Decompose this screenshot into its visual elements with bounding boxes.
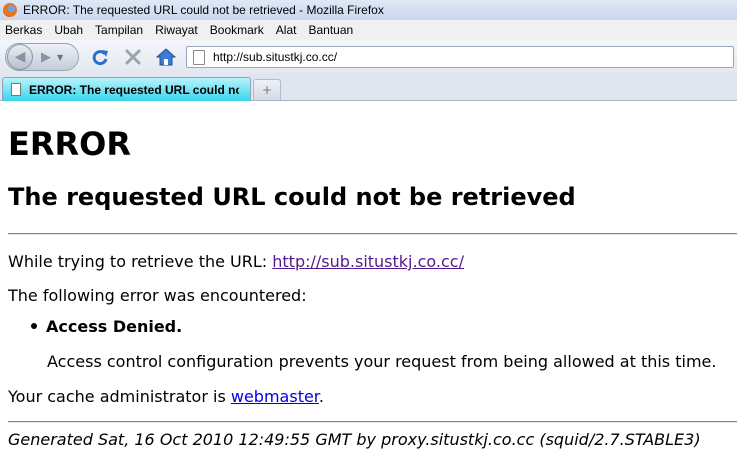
back-arrow-icon: ◀ (14, 49, 26, 65)
tab-strip: ERROR: The requested URL could not... + (0, 74, 737, 101)
firefox-icon (3, 3, 17, 17)
menu-bookmark[interactable]: Bookmark (210, 23, 264, 37)
error-heading: ERROR (8, 125, 131, 163)
plus-icon: + (261, 83, 273, 97)
divider-bottom (8, 421, 737, 423)
tab-label: ERROR: The requested URL could not... (29, 82, 239, 97)
back-button[interactable]: ◀ (7, 44, 33, 70)
webmaster-link[interactable]: webmaster (231, 387, 319, 406)
menu-alat[interactable]: Alat (276, 23, 297, 37)
menu-bar: Berkas Ubah Tampilan Riwayat Bookmark Al… (0, 20, 737, 40)
navigation-toolbar: ◀ ▶ ▼ http://sub.situstkj.co.cc/ (0, 40, 737, 74)
menu-ubah[interactable]: Ubah (54, 23, 83, 37)
error-detail: Access control configuration prevents yo… (47, 352, 717, 371)
history-dropdown-icon[interactable]: ▼ (57, 53, 63, 62)
page-content: ERROR The requested URL could not be ret… (0, 102, 737, 455)
menu-tampilan[interactable]: Tampilan (95, 23, 143, 37)
address-bar[interactable]: http://sub.situstkj.co.cc/ (186, 46, 734, 68)
reload-icon (92, 50, 108, 66)
url-intro-text: While trying to retrieve the URL: (8, 252, 273, 271)
menu-bantuan[interactable]: Bantuan (308, 23, 353, 37)
home-button[interactable] (154, 45, 178, 69)
error-list-item: Access Denied. (31, 317, 182, 336)
divider-top (8, 233, 737, 235)
error-title: Access Denied. (46, 317, 183, 336)
admin-period: . (318, 387, 325, 406)
footer-generated: Generated Sat, 16 Oct 2010 12:49:55 GMT … (8, 430, 701, 449)
error-subheading: The requested URL could not be retrieved (8, 183, 576, 211)
menu-riwayat[interactable]: Riwayat (155, 23, 198, 37)
error-intro: The following error was encountered: (8, 286, 307, 305)
stop-icon (125, 49, 141, 65)
tab-active[interactable]: ERROR: The requested URL could not... (2, 77, 251, 101)
bullet-icon (31, 322, 37, 329)
stop-button[interactable] (121, 45, 145, 69)
document-icon (11, 83, 21, 96)
reload-button[interactable] (88, 45, 112, 69)
menu-berkas[interactable]: Berkas (5, 23, 42, 37)
forward-button[interactable]: ▶ (41, 50, 51, 65)
back-forward-group: ◀ ▶ ▼ (5, 43, 79, 71)
url-paragraph: While trying to retrieve the URL: http:/… (8, 252, 464, 271)
admin-paragraph: Your cache administrator is webmaster. (8, 387, 324, 406)
new-tab-button[interactable]: + (253, 79, 281, 100)
home-icon (156, 48, 176, 66)
window-title: ERROR: The requested URL could not be re… (23, 3, 384, 17)
page-icon (193, 49, 205, 65)
admin-text: Your cache administrator is (8, 387, 231, 406)
address-text[interactable]: http://sub.situstkj.co.cc/ (213, 50, 337, 64)
window-titlebar: ERROR: The requested URL could not be re… (0, 0, 737, 20)
requested-url-link[interactable]: http://sub.situstkj.co.cc/ (272, 252, 464, 271)
